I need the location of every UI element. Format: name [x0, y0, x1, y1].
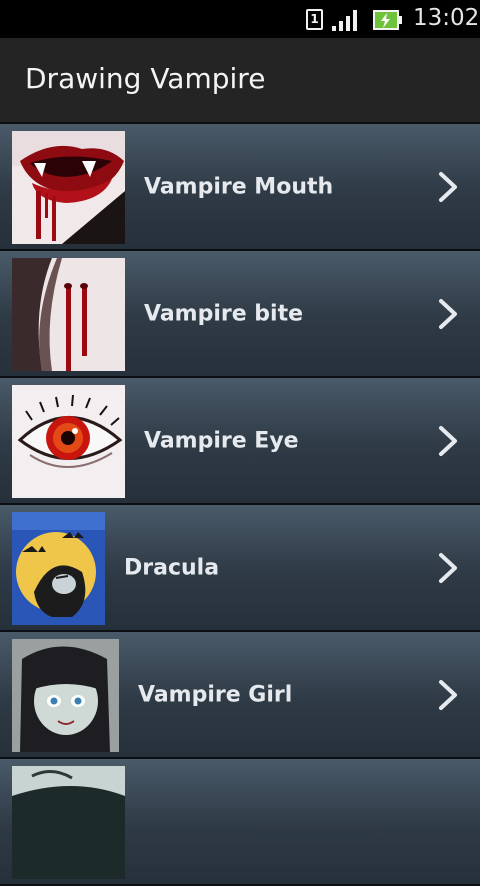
signal-icon: [332, 10, 357, 31]
list-item-label: Vampire Eye: [144, 428, 299, 453]
status-bar: 1 13:02: [0, 0, 480, 38]
list-item-vampire-bite[interactable]: Vampire bite: [0, 251, 480, 378]
chevron-right-icon: [439, 552, 457, 583]
dracula-thumbnail: [12, 512, 105, 625]
chevron-right-icon: [439, 298, 457, 329]
vampire-eye-thumbnail: [12, 385, 125, 498]
list-item-label: Vampire Girl: [138, 682, 293, 707]
vampire-thumbnail-partial: [12, 766, 125, 879]
list-item-vampire-girl[interactable]: Vampire Girl: [0, 632, 480, 759]
list-item-vampire-mouth[interactable]: Vampire Mouth: [0, 124, 480, 251]
sim-icon: 1: [306, 9, 323, 30]
vampire-bite-thumbnail: [12, 258, 125, 371]
app-title: Drawing Vampire: [25, 62, 266, 95]
clock: 13:02: [413, 5, 480, 31]
sim-slot: 1: [310, 12, 319, 26]
list-item-dracula[interactable]: Dracula: [0, 505, 480, 632]
chevron-right-icon: [439, 425, 457, 456]
list-item-vampire-eye[interactable]: Vampire Eye: [0, 378, 480, 505]
drawing-list: Vampire Mouth Vampire bite Vampire Eye D…: [0, 124, 480, 886]
vampire-girl-thumbnail: [12, 639, 119, 752]
app-bar: Drawing Vampire: [0, 38, 480, 124]
list-item-label: Vampire Mouth: [144, 174, 334, 199]
list-item-label: Dracula: [124, 555, 220, 580]
list-item-partial[interactable]: [0, 759, 480, 886]
chevron-right-icon: [439, 171, 457, 202]
battery-charging-icon: [373, 10, 402, 30]
chevron-right-icon: [439, 679, 457, 710]
vampire-mouth-thumbnail: [12, 131, 125, 244]
list-item-label: Vampire bite: [144, 301, 304, 326]
